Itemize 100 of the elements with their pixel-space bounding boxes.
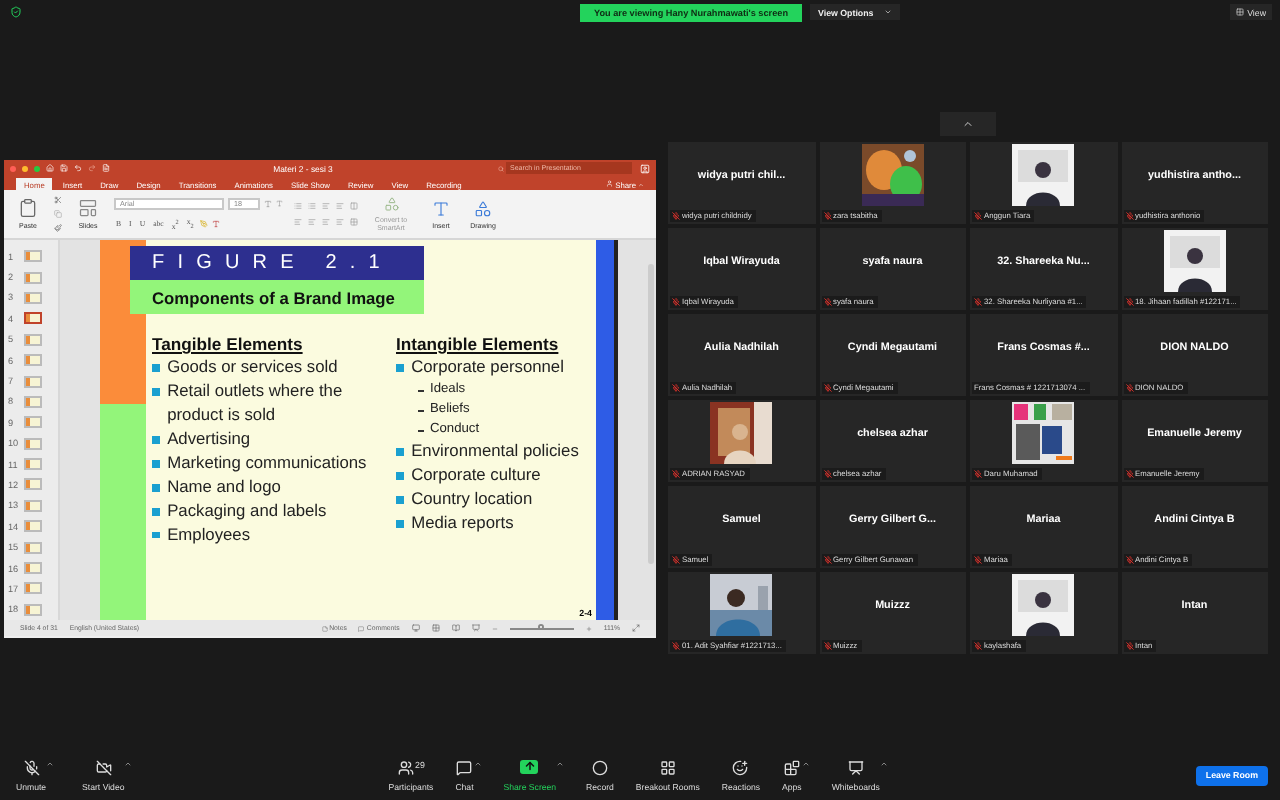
- slide-thumbnail[interactable]: [24, 416, 42, 429]
- zoom-in-icon[interactable]: [585, 625, 592, 631]
- bullet-icon: [152, 364, 160, 372]
- bullet-icon: [152, 435, 160, 444]
- indent-icon[interactable]: [321, 202, 329, 210]
- bullet-text: Goods or services sold: [167, 356, 338, 380]
- column-heading: Intangible Elements: [396, 334, 561, 354]
- chevron-up-icon: [962, 118, 974, 130]
- align-center-icon[interactable]: [307, 218, 315, 226]
- slide-thumbnail[interactable]: [24, 437, 42, 450]
- bullet-icon: [152, 388, 160, 396]
- slide-thumbnail[interactable]: [24, 603, 42, 616]
- slide-thumbnail[interactable]: [24, 541, 42, 554]
- bullet-text: Environmental policies: [411, 440, 579, 464]
- bullet-text: Country location: [411, 488, 533, 512]
- zoom-out-icon[interactable]: [491, 625, 498, 631]
- bullet-icon: [396, 520, 404, 528]
- reading-view-icon[interactable]: [451, 624, 460, 632]
- breakout-rooms-icon: [659, 759, 676, 775]
- bullets-icon[interactable]: [293, 202, 301, 210]
- zoom-icon[interactable]: [34, 165, 40, 171]
- brush-icon[interactable]: [54, 224, 62, 232]
- column-heading: Tangible Elements: [152, 334, 305, 354]
- spacing-icon[interactable]: [349, 218, 357, 226]
- apps-icon: [783, 759, 800, 775]
- slide-thumbnail[interactable]: [24, 520, 42, 533]
- bullet-icon: [396, 496, 404, 504]
- shapes-icon: [474, 199, 492, 217]
- normal-view-icon[interactable]: [411, 624, 420, 632]
- bullet-text: Retail outlets where the product is sold: [167, 380, 345, 428]
- bullet-text: Advertising: [167, 427, 251, 452]
- participants-icon: [397, 759, 414, 775]
- clipboard-icon: [18, 198, 38, 218]
- text-size-icon[interactable]: [276, 200, 283, 208]
- bullet-text: Name and logo: [167, 475, 281, 500]
- indent-icon[interactable]: [335, 202, 343, 210]
- text-size-icon[interactable]: [264, 200, 272, 208]
- slide-thumbnail[interactable]: [24, 291, 42, 304]
- bullet-icon: [396, 472, 404, 480]
- grid-icon: [1235, 8, 1244, 16]
- slide-thumbnail[interactable]: [24, 499, 42, 512]
- bullet-icon: [152, 531, 160, 539]
- comment-icon: [358, 625, 365, 631]
- redo-icon[interactable]: [88, 164, 96, 172]
- bullet-icon: [152, 483, 160, 492]
- close-icon[interactable]: [10, 165, 16, 171]
- save-icon[interactable]: [60, 164, 68, 172]
- record-icon: [591, 759, 608, 775]
- video-off-icon: [95, 759, 112, 775]
- slide-thumbnail[interactable]: [24, 562, 42, 575]
- scrollbar[interactable]: [648, 264, 654, 564]
- layout-icon: [78, 198, 98, 218]
- slide-thumbnail[interactable]: [24, 395, 42, 408]
- slideshow-icon[interactable]: [471, 624, 480, 632]
- note-icon: [321, 625, 328, 631]
- text-icon: [432, 199, 450, 217]
- numbering-icon[interactable]: [307, 202, 315, 210]
- bullet-text: Media reports: [411, 512, 514, 536]
- search-icon: [498, 165, 504, 171]
- home-icon[interactable]: [46, 164, 54, 172]
- figure-caption: Components of a Brand Image: [130, 280, 424, 314]
- figure-title: FIGURE 2.1: [130, 246, 424, 280]
- fit-icon[interactable]: [632, 624, 640, 632]
- align-right-icon[interactable]: [321, 218, 329, 226]
- bullet-text: Corporate culture: [411, 464, 541, 488]
- bullet-text: Packaging and labels: [167, 499, 327, 523]
- slide-thumbnail[interactable]: [24, 458, 42, 471]
- bullet-text: Employees: [167, 523, 251, 547]
- slide-thumbnail[interactable]: [24, 271, 42, 284]
- justify-icon[interactable]: [335, 218, 343, 226]
- account-icon[interactable]: [640, 163, 650, 173]
- scissors-icon[interactable]: [54, 196, 62, 204]
- bullet-text: Marketing communications: [167, 451, 367, 476]
- slide-thumbnail[interactable]: [24, 478, 42, 491]
- shapes-icon: [383, 196, 399, 212]
- font-color-icon[interactable]: [211, 220, 220, 228]
- bullet-icon: [396, 448, 404, 456]
- slide-thumbnail[interactable]: [24, 312, 42, 325]
- smiley-icon: [732, 759, 749, 775]
- bullet-icon: [152, 459, 160, 468]
- whiteboard-icon: [847, 759, 864, 775]
- slide-thumbnail[interactable]: [24, 333, 42, 346]
- slide-thumbnail[interactable]: [24, 375, 42, 388]
- sorter-view-icon[interactable]: [431, 624, 440, 632]
- bullet-text: Corporate personnel: [411, 356, 564, 380]
- share-screen-icon: [520, 759, 539, 773]
- slide-thumbnail[interactable]: [24, 354, 42, 367]
- bullet-icon: [152, 507, 160, 515]
- undo-icon[interactable]: [74, 164, 82, 172]
- slide-thumbnail[interactable]: [24, 250, 42, 263]
- columns-icon[interactable]: [349, 202, 357, 210]
- slide-thumbnail[interactable]: [24, 582, 42, 595]
- minimize-icon[interactable]: [22, 165, 28, 171]
- bullet-icon: [396, 364, 404, 372]
- chat-icon: [456, 759, 473, 775]
- highlighter-icon[interactable]: [199, 220, 208, 228]
- copy-icon[interactable]: [54, 210, 62, 218]
- shield-icon: [10, 6, 22, 18]
- document-icon: [102, 164, 110, 172]
- align-left-icon[interactable]: [293, 218, 301, 226]
